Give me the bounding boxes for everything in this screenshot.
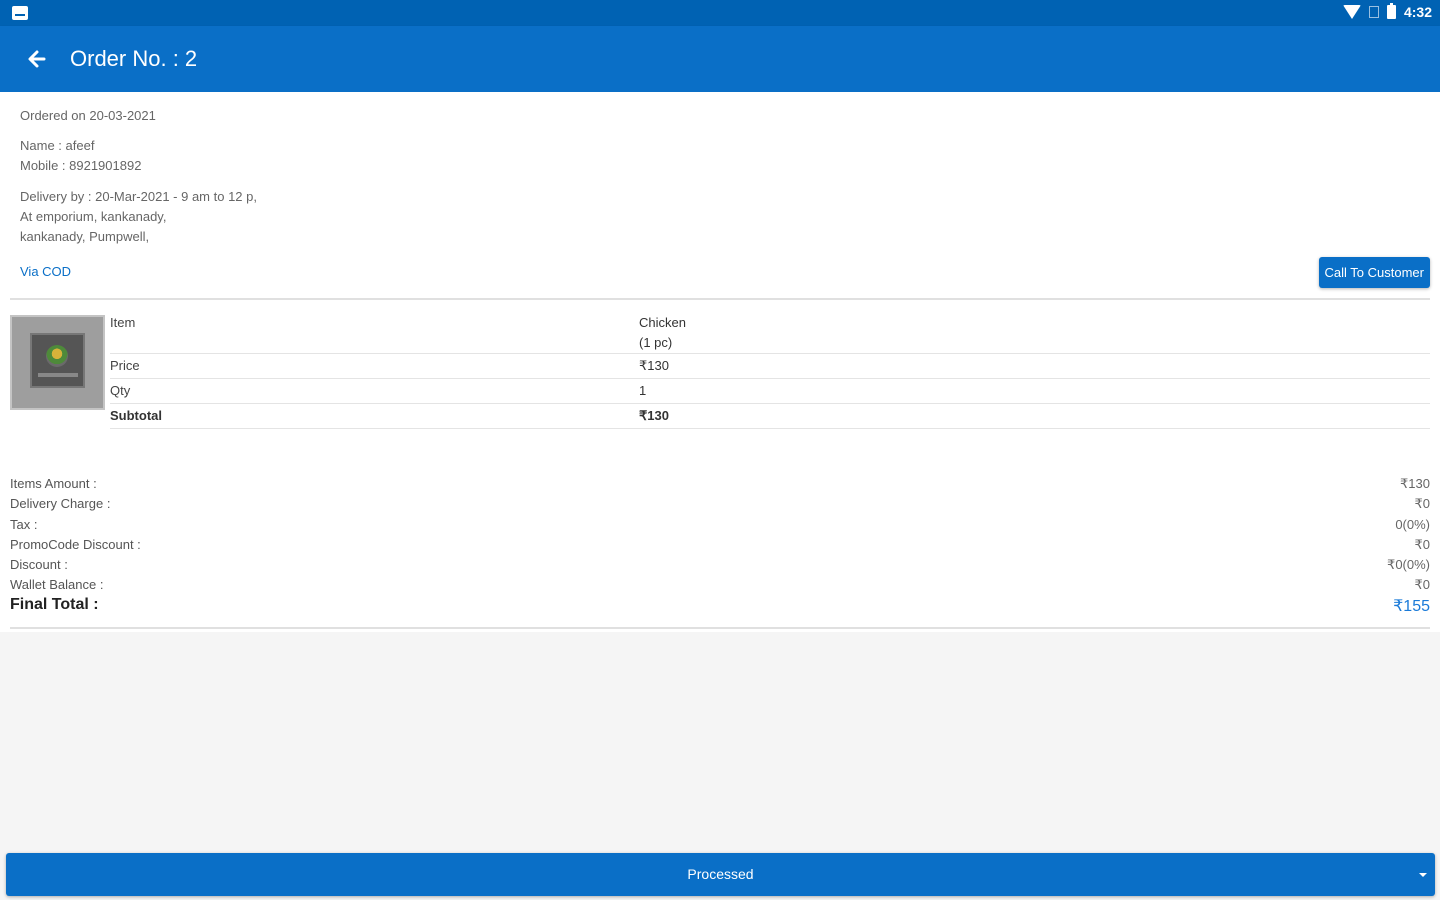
back-arrow-icon[interactable] xyxy=(22,46,52,72)
wifi-icon xyxy=(1342,5,1361,19)
price-summary: Items Amount : ₹130 Delivery Charge : ₹0… xyxy=(10,474,1430,615)
signal-icon xyxy=(1368,6,1379,18)
final-total-row: Final Total : ₹155 xyxy=(10,574,1430,615)
customer-info: Name : afeef Mobile : 8921901892 xyxy=(20,136,141,176)
qty-value: 1 xyxy=(639,383,647,398)
table-row: Qty 1 xyxy=(110,379,1430,404)
status-time: 4:32 xyxy=(1403,4,1432,20)
summary-row: PromoCode Discount : ₹0 xyxy=(10,535,1430,555)
page-title: Order No. : 2 xyxy=(70,46,198,71)
status-bar: 4:32 xyxy=(0,0,1440,26)
item-name: Chicken xyxy=(639,315,686,330)
table-row: Item Chicken (1 pc) xyxy=(110,309,1430,354)
table-row: Subtotal ₹130 xyxy=(110,404,1430,429)
summary-row: Items Amount : ₹130 xyxy=(10,474,1430,494)
tax-label: Tax : xyxy=(10,516,38,532)
item-details-table: Item Chicken (1 pc) Price ₹130 Qty 1 Sub… xyxy=(110,309,1430,429)
battery-icon xyxy=(1386,3,1396,19)
order-status-value: Processed xyxy=(687,866,754,882)
address-line-2: kankanady, Pumpwell, xyxy=(20,229,150,244)
order-status-dropdown[interactable]: Processed xyxy=(6,853,1435,896)
summary-row: Tax : 0(0%) xyxy=(10,515,1430,535)
price-value: ₹130 xyxy=(639,358,669,373)
call-customer-button[interactable]: Call To Customer xyxy=(1318,257,1430,288)
summary-row: Discount : ₹0(0%) xyxy=(10,555,1430,575)
product-image-icon xyxy=(30,333,85,388)
discount-label: Discount : xyxy=(10,557,68,573)
dropdown-arrow-icon xyxy=(1419,873,1427,877)
delivery-by-text: Delivery by : 20-Mar-2021 - 9 am to 12 p… xyxy=(20,189,257,204)
delivery-info: Delivery by : 20-Mar-2021 - 9 am to 12 p… xyxy=(20,187,257,247)
discount-value: ₹0(0%) xyxy=(1387,557,1430,573)
store-logo-icon xyxy=(46,345,68,367)
item-variant: (1 pc) xyxy=(639,335,673,350)
items-amount-label: Items Amount : xyxy=(10,476,97,491)
order-info: Ordered on 20-03-2021 xyxy=(20,106,156,126)
divider xyxy=(10,298,1430,300)
ordered-on-text: Ordered on 20-03-2021 xyxy=(20,108,156,123)
delivery-charge-value: ₹0 xyxy=(1414,496,1430,512)
subtotal-value: ₹130 xyxy=(639,408,669,423)
payment-method: Via COD xyxy=(20,264,72,279)
customer-name: Name : afeef xyxy=(20,138,95,153)
price-label: Price xyxy=(110,358,140,373)
items-amount-value: ₹130 xyxy=(1400,476,1430,491)
final-total-label: Final Total : xyxy=(10,596,99,613)
promo-discount-label: PromoCode Discount : xyxy=(10,536,141,552)
item-label: Item xyxy=(110,315,136,330)
address-line-1: At emporium, kankanady, xyxy=(20,209,167,224)
app-bar: Order No. : 2 xyxy=(0,26,1440,92)
table-row: Price ₹130 xyxy=(110,354,1430,379)
notification-icon xyxy=(12,6,28,20)
tax-value: 0(0%) xyxy=(1395,516,1430,532)
divider xyxy=(10,627,1430,629)
subtotal-label: Subtotal xyxy=(110,408,162,423)
status-icons: 4:32 xyxy=(1342,3,1432,20)
product-image xyxy=(10,315,105,410)
item-name-value: Chicken (1 pc) xyxy=(639,313,686,353)
customer-mobile: Mobile : 8921901892 xyxy=(20,158,142,173)
final-total-value: ₹155 xyxy=(1393,598,1430,615)
qty-label: Qty xyxy=(110,383,131,398)
promo-discount-value: ₹0 xyxy=(1414,536,1430,552)
summary-row: Delivery Charge : ₹0 xyxy=(10,494,1430,514)
delivery-charge-label: Delivery Charge : xyxy=(10,496,111,512)
